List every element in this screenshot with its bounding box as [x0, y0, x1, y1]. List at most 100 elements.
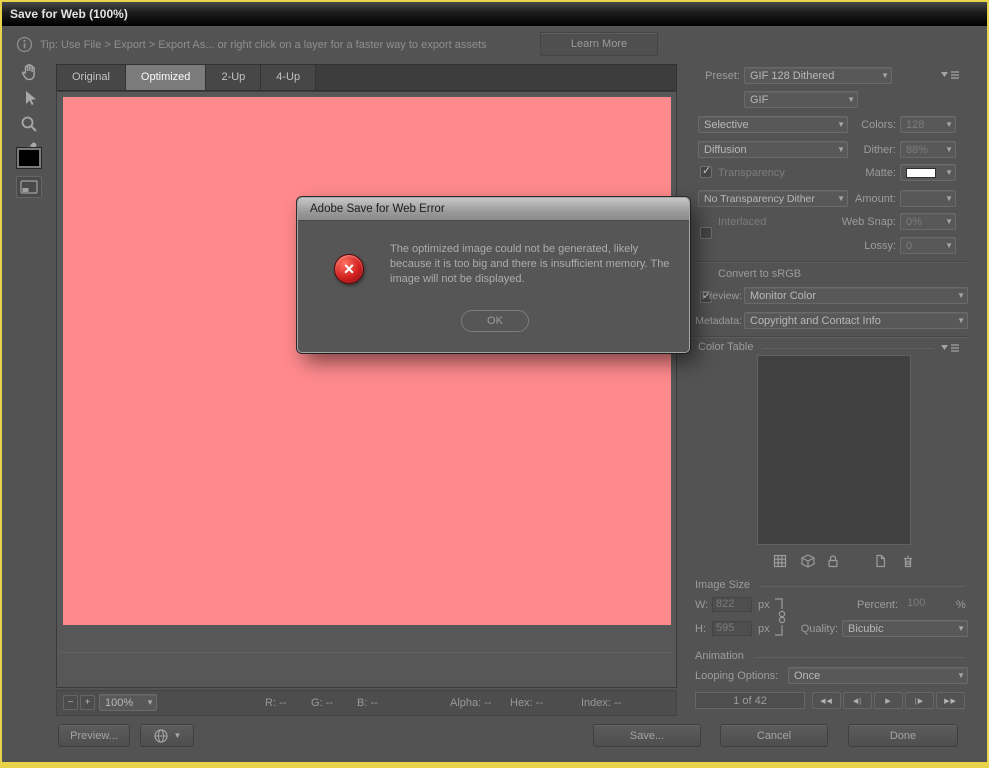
chevron-down-icon: ▼ [945, 241, 953, 250]
interlaced-checkbox[interactable] [700, 227, 712, 239]
section-divider [692, 261, 969, 262]
percent-label: Percent: [857, 599, 898, 611]
animation-title: Animation [695, 650, 744, 662]
chevron-down-icon: ▼ [847, 95, 855, 104]
lossy-select[interactable]: 0 ▼ [900, 237, 956, 254]
matte-select[interactable]: ▼ [900, 164, 956, 181]
chevron-down-icon: ▼ [173, 731, 182, 740]
chevron-down-icon: ▼ [957, 624, 965, 633]
height-field[interactable]: 595 [712, 621, 752, 636]
dither-method-select[interactable]: Diffusion ▼ [698, 141, 848, 158]
browser-preview-button[interactable]: ▼ [140, 724, 194, 747]
color-reduction-select[interactable]: Selective ▼ [698, 116, 848, 133]
dither-amount-select[interactable]: 88% ▼ [900, 141, 956, 158]
learn-more-button[interactable]: Learn More [540, 32, 658, 56]
first-frame-button[interactable]: ◀◀ [812, 692, 841, 709]
delete-color-icon[interactable] [900, 553, 916, 569]
section-divider [692, 336, 969, 337]
preview-frame [56, 91, 677, 688]
new-color-icon[interactable] [872, 553, 888, 569]
frame-navigation: 1 of 42 ◀◀ ◀| ▶ |▶ ▶▶ [688, 692, 977, 709]
zoom-tool-button[interactable] [16, 112, 42, 136]
preview-button[interactable]: Preview... [58, 724, 130, 747]
chevron-down-icon: ▼ [945, 168, 953, 177]
height-unit: px [758, 623, 770, 635]
panel-menu-icon[interactable] [940, 70, 960, 81]
matte-color-swatch [906, 167, 936, 178]
zoom-out-button[interactable]: − [63, 695, 78, 710]
percent-field[interactable]: 100 [904, 597, 944, 612]
panel-menu-icon[interactable] [940, 343, 960, 354]
quality-select[interactable]: Bicubic ▼ [842, 620, 968, 637]
next-frame-button[interactable]: |▶ [905, 692, 934, 709]
error-dialog-titlebar[interactable]: Adobe Save for Web Error [298, 198, 689, 221]
chevron-down-icon: ▼ [957, 671, 965, 680]
previous-frame-button[interactable]: ◀| [843, 692, 872, 709]
color-table-grid-icon[interactable] [772, 553, 788, 569]
play-button[interactable]: ▶ [874, 692, 903, 709]
looping-options-label: Looping Options: [695, 670, 779, 682]
error-dialog: Adobe Save for Web Error × The optimized… [297, 197, 690, 353]
dither-label: Dither: [863, 144, 896, 156]
chevron-down-icon: ▼ [945, 194, 953, 203]
web-snap-select[interactable]: 0% ▼ [900, 213, 956, 230]
header-rule [760, 586, 965, 587]
quality-label: Quality: [800, 623, 838, 635]
toggle-slices-visibility-button[interactable] [16, 176, 42, 198]
transparency-dither-select[interactable]: No Transparency Dither ▼ [698, 190, 848, 207]
chevron-down-icon: ▼ [957, 291, 965, 300]
error-message: The optimized image could not be generat… [390, 243, 670, 285]
color-table-swatches[interactable] [757, 355, 911, 545]
info-icon [16, 36, 33, 53]
width-label: W: [695, 599, 709, 611]
amount-label: Amount: [855, 193, 896, 205]
lossy-label: Lossy: [864, 240, 896, 252]
window-titlebar: Save for Web (100%) [2, 2, 987, 26]
transparency-checkbox[interactable] [700, 164, 712, 178]
amount-select[interactable]: ▼ [900, 190, 956, 207]
tab-4up[interactable]: 4-Up [261, 65, 317, 90]
browser-globe-icon [153, 728, 168, 743]
colors-select[interactable]: 128 ▼ [900, 116, 956, 133]
height-label: H: [695, 623, 706, 635]
zoom-in-button[interactable]: + [80, 695, 95, 710]
last-frame-button[interactable]: ▶▶ [936, 692, 965, 709]
tab-original[interactable]: Original [57, 65, 126, 90]
eyedropper-color-swatch[interactable] [16, 147, 42, 169]
preview-mode-select[interactable]: Monitor Color ▼ [744, 287, 968, 304]
slice-select-tool-button[interactable] [16, 86, 42, 110]
ok-button[interactable]: OK [461, 310, 529, 332]
hand-icon [22, 63, 35, 81]
status-alpha: Alpha: -- [450, 697, 492, 709]
zoom-level-select[interactable]: 100% ▼ [99, 694, 157, 711]
frame-counter: 1 of 42 [695, 692, 805, 709]
web-shift-cube-icon[interactable] [800, 553, 816, 569]
optimized-image-canvas[interactable] [63, 97, 671, 625]
status-g: G: -- [311, 697, 333, 709]
width-field[interactable]: 822 [712, 597, 752, 612]
width-unit: px [758, 599, 770, 611]
looping-options-select[interactable]: Once ▼ [788, 667, 968, 684]
save-button[interactable]: Save... [593, 724, 701, 747]
slice-select-icon [26, 91, 36, 106]
tab-2up[interactable]: 2-Up [206, 65, 262, 90]
status-index: Index: -- [581, 697, 622, 709]
preset-select[interactable]: GIF 128 Dithered ▼ [744, 67, 892, 84]
constrain-proportions-icon[interactable] [772, 596, 788, 638]
header-rule [754, 657, 965, 658]
chevron-down-icon: ▼ [957, 316, 965, 325]
web-snap-label: Web Snap: [841, 216, 896, 228]
preview-annotation-divider [60, 652, 673, 653]
format-select[interactable]: GIF ▼ [744, 91, 858, 108]
transparency-label: Transparency [718, 167, 785, 179]
metadata-select[interactable]: Copyright and Contact Info ▼ [744, 312, 968, 329]
header-rule [762, 348, 934, 349]
preview-statusbar: − + 100% ▼ R: -- G: -- B: -- Alpha: -- He… [56, 690, 677, 716]
matte-label: Matte: [865, 167, 896, 179]
preset-label: Preset: [705, 70, 740, 82]
status-hex: Hex: -- [510, 697, 543, 709]
error-icon: × [334, 254, 364, 284]
hand-tool-button[interactable] [16, 60, 42, 84]
tab-optimized[interactable]: Optimized [125, 65, 207, 90]
lock-color-icon[interactable] [825, 553, 841, 569]
